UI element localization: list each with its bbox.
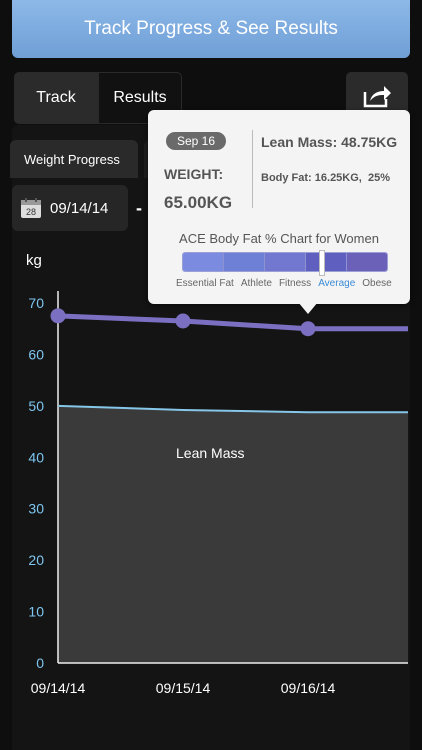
scale-label: Essential Fat xyxy=(176,278,234,289)
popover-arrow xyxy=(298,302,318,314)
scale-label: Fitness xyxy=(278,278,312,289)
y-tick-label: 70 xyxy=(28,295,44,311)
date-pill: Sep 16 xyxy=(166,132,226,150)
tab-results-label: Results xyxy=(113,89,167,106)
body-fat-percent: 25% xyxy=(367,172,391,184)
track-progress-button[interactable]: Track Progress & See Results xyxy=(12,0,410,58)
data-popover: Sep 16 WEIGHT: 65.00KG Lean Mass: 48.75K… xyxy=(148,110,410,314)
weight-label: WEIGHT: xyxy=(164,166,224,182)
scale-segment xyxy=(265,253,306,271)
svg-text:28: 28 xyxy=(26,207,36,217)
y-tick-label: 20 xyxy=(28,552,44,568)
y-tick-label: 10 xyxy=(28,604,44,620)
scale-segment xyxy=(183,253,224,271)
body-fat-value: Body Fat: 16.25KG, xyxy=(261,172,362,184)
body-fat-marker xyxy=(318,250,325,276)
date-separator: - xyxy=(136,197,142,218)
weight-line xyxy=(57,313,408,332)
weight-point xyxy=(300,321,316,337)
weight-value: 65.00KG xyxy=(164,193,233,212)
header-title: Track Progress & See Results xyxy=(84,18,338,39)
weight-point xyxy=(175,313,191,329)
date-range: 28 09/14/14 - xyxy=(12,185,164,231)
scale-segment xyxy=(306,253,347,271)
scale-segment xyxy=(347,253,387,271)
y-tick-label: 30 xyxy=(28,501,44,517)
weight-point xyxy=(50,308,66,324)
y-tick-label: 0 xyxy=(36,655,44,671)
lean-mass-text: Lean Mass: 48.75KG xyxy=(261,134,398,150)
lean-mass-label: Lean Mass xyxy=(176,445,245,461)
calendar-icon: 28 xyxy=(21,198,41,218)
y-tick-label: 40 xyxy=(28,449,44,465)
scale-label: Obese xyxy=(362,278,392,289)
tab-track-label: Track xyxy=(36,89,76,106)
tab-weight-progress-label: Weight Progress xyxy=(24,151,120,167)
start-date-text: 09/14/14 xyxy=(50,199,109,217)
y-tick-label: 50 xyxy=(28,398,44,414)
start-date-button[interactable]: 28 09/14/14 xyxy=(12,185,128,231)
y-tick-label: 60 xyxy=(28,346,44,362)
tab-track[interactable]: Track xyxy=(14,72,98,124)
x-tick-label: 09/15/14 xyxy=(156,680,211,696)
ace-chart-title: ACE Body Fat % Chart for Women xyxy=(179,231,379,246)
scale-segment xyxy=(224,253,265,271)
popover-divider xyxy=(252,130,253,208)
body-fat-scale xyxy=(182,252,388,272)
tab-weight-progress[interactable]: Weight Progress xyxy=(10,140,138,178)
x-tick-label: 09/14/14 xyxy=(31,680,86,696)
body-fat-text: Body Fat: 16.25KG, 25% xyxy=(261,172,390,184)
scale-labels: Essential Fat Athlete Fitness Average Obese xyxy=(176,278,392,289)
weight-chart: 01020304050607009/14/1409/15/1409/16/140 xyxy=(28,291,408,696)
scale-label: Athlete xyxy=(240,278,272,289)
scale-label: Average xyxy=(318,278,356,289)
share-icon xyxy=(363,86,391,108)
x-tick-label: 09/16/14 xyxy=(281,680,336,696)
